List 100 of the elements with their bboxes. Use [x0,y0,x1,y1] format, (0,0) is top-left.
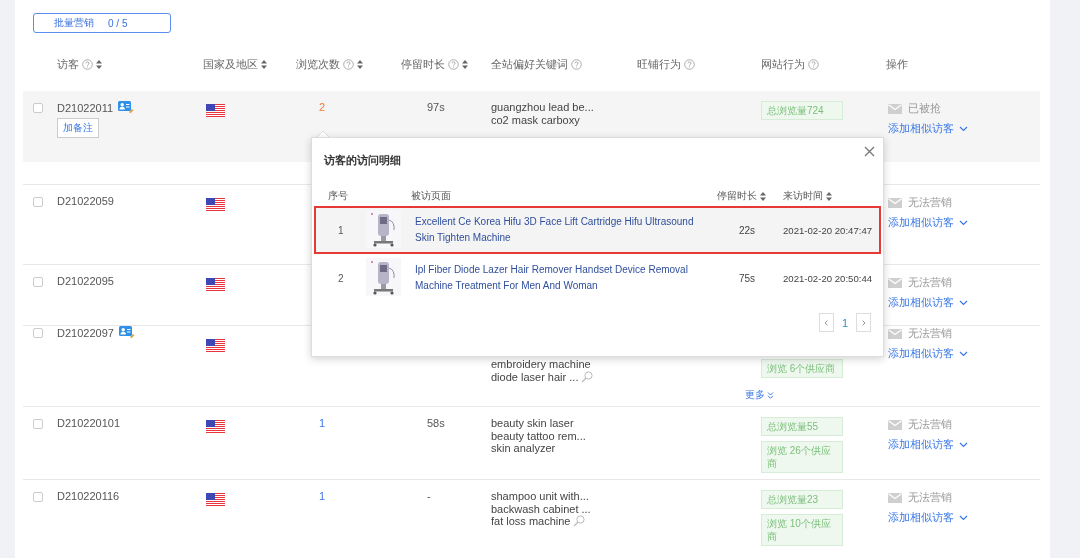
chevron-down-icon[interactable] [959,220,968,226]
visitor-id: D21022097 [57,326,114,339]
prev-page-button[interactable] [818,313,834,332]
keyword-text: embroidery machine [491,358,591,371]
add-note-button[interactable]: 加备注 [57,118,99,138]
views-link[interactable]: 2 [319,101,326,113]
page-link[interactable]: Ipl Fiber Diode Lazer Hair Remover Handset Device Removal Machine Treatment For Men And Woman [415,262,715,294]
table-row[interactable]: D210220101 1 58s beauty skin laser beauty tattoo rem... skin analyzer 总浏览量55 浏览 26个供应商 无法营销 添加相似访客 [23,406,1040,479]
more-link[interactable]: 更多 [745,388,774,402]
sort-icon[interactable] [357,59,363,69]
status-text: 无法营销 [908,275,952,290]
stat-tag: 浏览 6个供应商 [761,359,843,378]
stat-tag: 总浏览量23 [761,490,843,509]
sort-icon[interactable] [462,59,468,69]
contact-card-icon[interactable] [118,326,135,339]
duration-text: 22s [737,224,757,236]
column-header: 被访页面 [411,189,451,203]
column-header: 网站行为 [761,56,805,72]
add-similar-link[interactable]: 添加相似访客 [888,347,1040,361]
views-link[interactable]: 1 [319,490,326,502]
views-link[interactable]: 1 [319,417,326,429]
column-header: 操作 [886,56,908,72]
visitor-id: D21022059 [57,195,114,207]
chevron-down-icon[interactable] [959,126,968,132]
status-text: 无法营销 [908,490,952,505]
column-header: 国家及地区 [203,56,258,72]
status-text: 无法营销 [908,417,952,432]
visitor-id: D210220101 [57,417,120,429]
double-chevron-icon [767,391,774,399]
chevron-down-icon[interactable] [959,515,968,521]
help-icon[interactable] [808,58,819,70]
chevron-left-icon [824,319,829,326]
visit-row[interactable]: 1 Excellent Ce Korea Hifu 3D Face Lift Cartridge Hifu Ultrasound Skin Tighten Machine 22s 2021-02-20 20:47:47 [314,206,881,254]
sort-icon[interactable] [760,191,766,201]
mail-icon [888,103,902,114]
table-row[interactable]: D210220116 1 - shampoo unit with... backwash cabinet ... fat loss machine 总浏览量23 浏览 10个供应商 无法营销 添加相似访客 [23,479,1040,551]
stat-tag: 总浏览量55 [761,417,843,436]
visit-time: 2021-02-20 20:47:47 [782,224,874,236]
keyword-text: skin analyzer [491,442,556,455]
add-similar-link[interactable]: 添加相似访客 [888,438,1040,452]
mail-icon [888,492,902,503]
batch-marketing-button[interactable]: 批量营销 0 / 5 [33,13,171,33]
add-similar-link[interactable]: 添加相似访客 [888,511,1040,525]
keyword-text: guangzhou lead be... [491,101,594,114]
mail-icon [888,197,902,208]
keyword-text: co2 mask carboxy [491,113,580,126]
chevron-down-icon[interactable] [959,442,968,448]
help-icon[interactable] [684,58,695,70]
index-text: 2 [337,272,345,284]
row-checkbox[interactable] [33,277,43,287]
flag-icon [206,278,225,291]
add-similar-link[interactable]: 添加相似访客 [888,216,1040,230]
search-icon[interactable] [573,515,587,528]
sort-icon[interactable] [96,59,102,69]
mail-icon [888,328,902,339]
stat-tag: 浏览 10个供应商 [761,514,843,546]
flag-icon [206,104,225,117]
row-checkbox[interactable] [33,328,43,338]
column-header: 全站偏好关键词 [491,56,568,72]
flag-icon [206,339,225,352]
column-header: 停留时长 [401,56,445,72]
duration-text: 75s [737,272,757,284]
column-header: 停留时长 [717,189,757,203]
help-icon[interactable] [571,58,582,70]
column-header: 旺铺行为 [637,56,681,72]
add-similar-link[interactable]: 添加相似访客 [888,122,1040,136]
index-text: 1 [337,224,345,236]
keyword-text: backwash cabinet ... [491,502,591,515]
status-text: 已被抢 [908,101,941,116]
add-similar-link[interactable]: 添加相似访客 [888,296,1040,310]
column-header: 访客 [57,56,79,72]
stat-tag: 浏览 26个供应商 [761,441,843,473]
sort-icon[interactable] [261,59,267,69]
visit-row[interactable]: 2 Ipl Fiber Diode Lazer Hair Remover Handset Device Removal Machine Treatment For Men And Woman 75s 2021-02-20 20:50:44 [314,254,881,302]
mail-icon [888,419,902,430]
close-icon[interactable] [864,146,875,157]
status-text: 无法营销 [908,195,952,210]
visitor-id: D210220116 [57,490,120,502]
search-icon[interactable] [581,370,595,383]
stat-tag: 总浏览量724 [761,101,843,120]
flag-icon [206,198,225,211]
row-checkbox[interactable] [33,419,43,429]
visitor-id: D21022011 [57,101,114,114]
chevron-down-icon[interactable] [959,300,968,306]
row-checkbox[interactable] [33,197,43,207]
keyword-text: beauty tattoo rem... [491,429,586,442]
chevron-down-icon[interactable] [959,351,968,357]
sort-icon[interactable] [826,191,832,201]
keyword-text: shampoo unit with... [491,490,589,503]
duration-text: 58s [427,417,445,429]
column-header: 序号 [328,189,348,203]
row-checkbox[interactable] [33,492,43,502]
next-page-button[interactable] [856,313,871,332]
column-header: 浏览次数 [296,56,340,72]
row-checkbox[interactable] [33,103,43,113]
visit-time: 2021-02-20 20:50:44 [782,272,874,284]
column-header: 来访时间 [783,189,823,203]
keyword-text: fat loss machine [491,515,571,528]
page-link[interactable]: Excellent Ce Korea Hifu 3D Face Lift Cartridge Hifu Ultrasound Skin Tighten Machine [415,214,715,246]
contact-card-icon[interactable] [118,101,135,114]
